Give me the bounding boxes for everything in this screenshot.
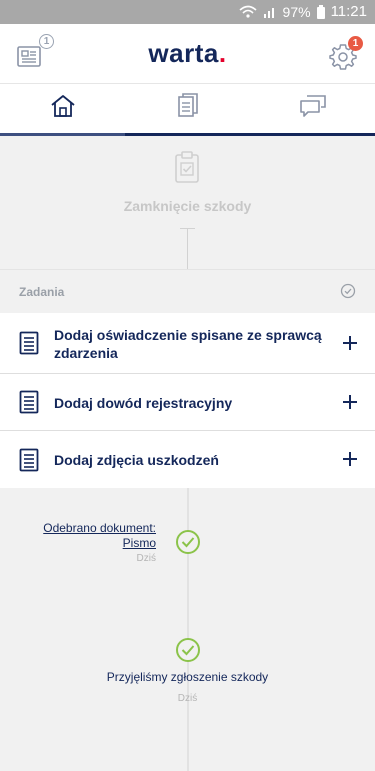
settings-badge: 1 xyxy=(348,36,363,51)
document-icon xyxy=(19,390,39,419)
plus-icon[interactable] xyxy=(343,336,357,350)
timeline-connector xyxy=(180,228,195,269)
plus-icon[interactable] xyxy=(343,452,357,466)
document-icon xyxy=(19,448,39,477)
task-label: Dodaj oświadczenie spisane ze sprawcą zd… xyxy=(54,327,322,361)
home-icon xyxy=(50,94,76,123)
timeline-event-document-link[interactable]: Odebrano dokument: Pismo xyxy=(43,521,156,551)
timeline-event-title: Przyjęliśmy zgłoszenie szkody xyxy=(106,670,269,684)
tasks-label: Zadania xyxy=(19,285,65,299)
settings-button[interactable]: 1 xyxy=(325,36,363,72)
chat-icon xyxy=(299,94,327,123)
check-icon xyxy=(176,638,200,662)
task-add-statement[interactable]: Dodaj oświadczenie spisane ze sprawcą zd… xyxy=(0,313,375,374)
signal-icon xyxy=(263,5,277,19)
battery-icon xyxy=(316,4,325,19)
claim-status-section: Zamknięcie szkody xyxy=(0,136,375,269)
wifi-icon xyxy=(239,5,257,19)
tab-bar xyxy=(0,84,375,136)
check-circle-icon xyxy=(340,283,356,304)
battery-percent: 97% xyxy=(282,3,311,20)
claim-timeline: Odebrano dokument: Pismo Dziś Przyjęliśm… xyxy=(0,488,375,771)
clipboard-check-icon xyxy=(174,150,200,189)
claim-status-title: Zamknięcie szkody xyxy=(123,198,252,214)
check-icon xyxy=(176,530,200,554)
app-header: 1 warta. 1 xyxy=(0,24,375,84)
clock: 11:21 xyxy=(330,3,367,20)
tab-home[interactable] xyxy=(0,84,125,136)
tab-documents[interactable] xyxy=(125,84,250,133)
status-bar: 97% 11:21 xyxy=(0,0,375,24)
warta-logo: warta. xyxy=(148,38,227,68)
task-add-damage-photos[interactable]: Dodaj zdjęcia uszkodzeń xyxy=(0,431,375,488)
task-add-registration[interactable]: Dodaj dowód rejestracyjny xyxy=(0,374,375,431)
timeline-event-date: Dziś xyxy=(177,693,198,704)
tasks-header: Zadania xyxy=(0,269,375,313)
task-label: Dodaj zdjęcia uszkodzeń xyxy=(54,452,219,468)
tab-messages[interactable] xyxy=(250,84,375,133)
plus-icon[interactable] xyxy=(343,395,357,409)
documents-icon xyxy=(177,93,199,124)
timeline-event-date: Dziś xyxy=(136,553,156,564)
document-icon xyxy=(19,331,39,360)
task-label: Dodaj dowód rejestracyjny xyxy=(54,395,233,411)
